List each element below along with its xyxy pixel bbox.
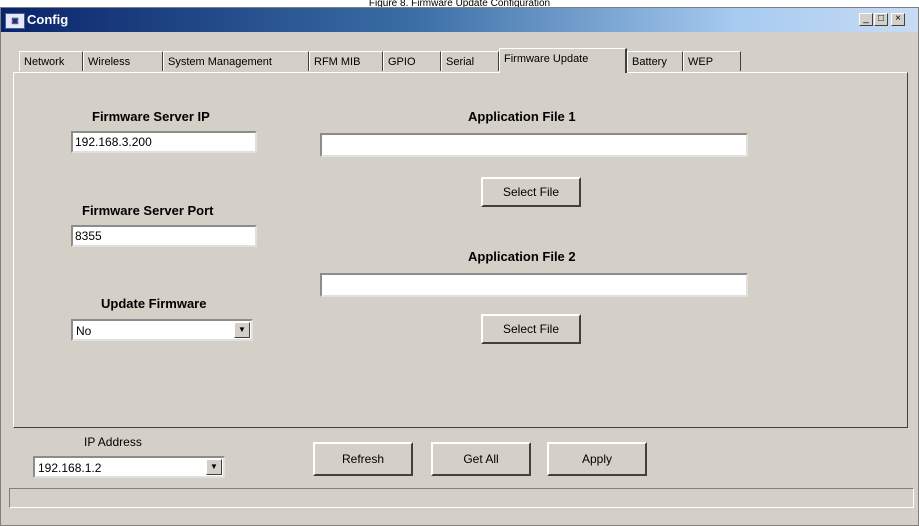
tab-system-management[interactable]: System Management [163, 51, 309, 71]
firmware-server-ip-input[interactable] [71, 131, 257, 153]
firmware-server-port-input[interactable] [71, 225, 257, 247]
application-file-1-input[interactable] [320, 133, 748, 157]
close-button[interactable]: × [891, 13, 905, 26]
tab-battery[interactable]: Battery [627, 51, 683, 71]
update-firmware-select[interactable]: No ▼ [71, 319, 253, 341]
firmware-server-ip-label: Firmware Server IP [92, 109, 210, 124]
update-firmware-label: Update Firmware [101, 296, 207, 311]
application-file-2-input[interactable] [320, 273, 748, 297]
chevron-down-icon[interactable]: ▼ [206, 459, 222, 475]
tab-firmware-update[interactable]: Firmware Update [499, 48, 627, 73]
select-file-1-button[interactable]: Select File [481, 177, 581, 207]
app-icon: ▣ [5, 13, 25, 29]
status-bar [9, 488, 914, 508]
get-all-button[interactable]: Get All [431, 442, 531, 476]
tab-wireless[interactable]: Wireless [83, 51, 163, 71]
application-file-2-label: Application File 2 [468, 249, 576, 264]
firmware-update-panel: Firmware Server IP Firmware Server Port … [13, 72, 908, 428]
tab-network[interactable]: Network [19, 51, 83, 71]
window-title: Config [27, 12, 69, 27]
minimize-button[interactable]: _ [859, 13, 873, 26]
tab-wep[interactable]: WEP [683, 51, 741, 71]
application-file-1-label: Application File 1 [468, 109, 576, 124]
refresh-button[interactable]: Refresh [313, 442, 413, 476]
maximize-button[interactable]: □ [874, 13, 888, 26]
figure-caption: Figure 8. Firmware Update Configuration [368, 0, 551, 7]
chevron-down-icon[interactable]: ▼ [234, 322, 250, 338]
update-firmware-value: No [76, 324, 92, 338]
select-file-2-button[interactable]: Select File [481, 314, 581, 344]
tab-rfm-mib[interactable]: RFM MIB [309, 51, 383, 71]
ip-address-value: 192.168.1.2 [38, 461, 102, 475]
tab-serial[interactable]: Serial [441, 51, 499, 71]
apply-button[interactable]: Apply [547, 442, 647, 476]
ip-address-label: IP Address [84, 435, 142, 449]
title-bar[interactable]: ▣ Config _ □ × [1, 8, 918, 32]
config-window: ▣ Config _ □ × Network Wireless System M… [0, 7, 919, 526]
firmware-server-port-label: Firmware Server Port [82, 203, 214, 218]
tab-gpio[interactable]: GPIO [383, 51, 441, 71]
ip-address-select[interactable]: 192.168.1.2 ▼ [33, 456, 225, 478]
